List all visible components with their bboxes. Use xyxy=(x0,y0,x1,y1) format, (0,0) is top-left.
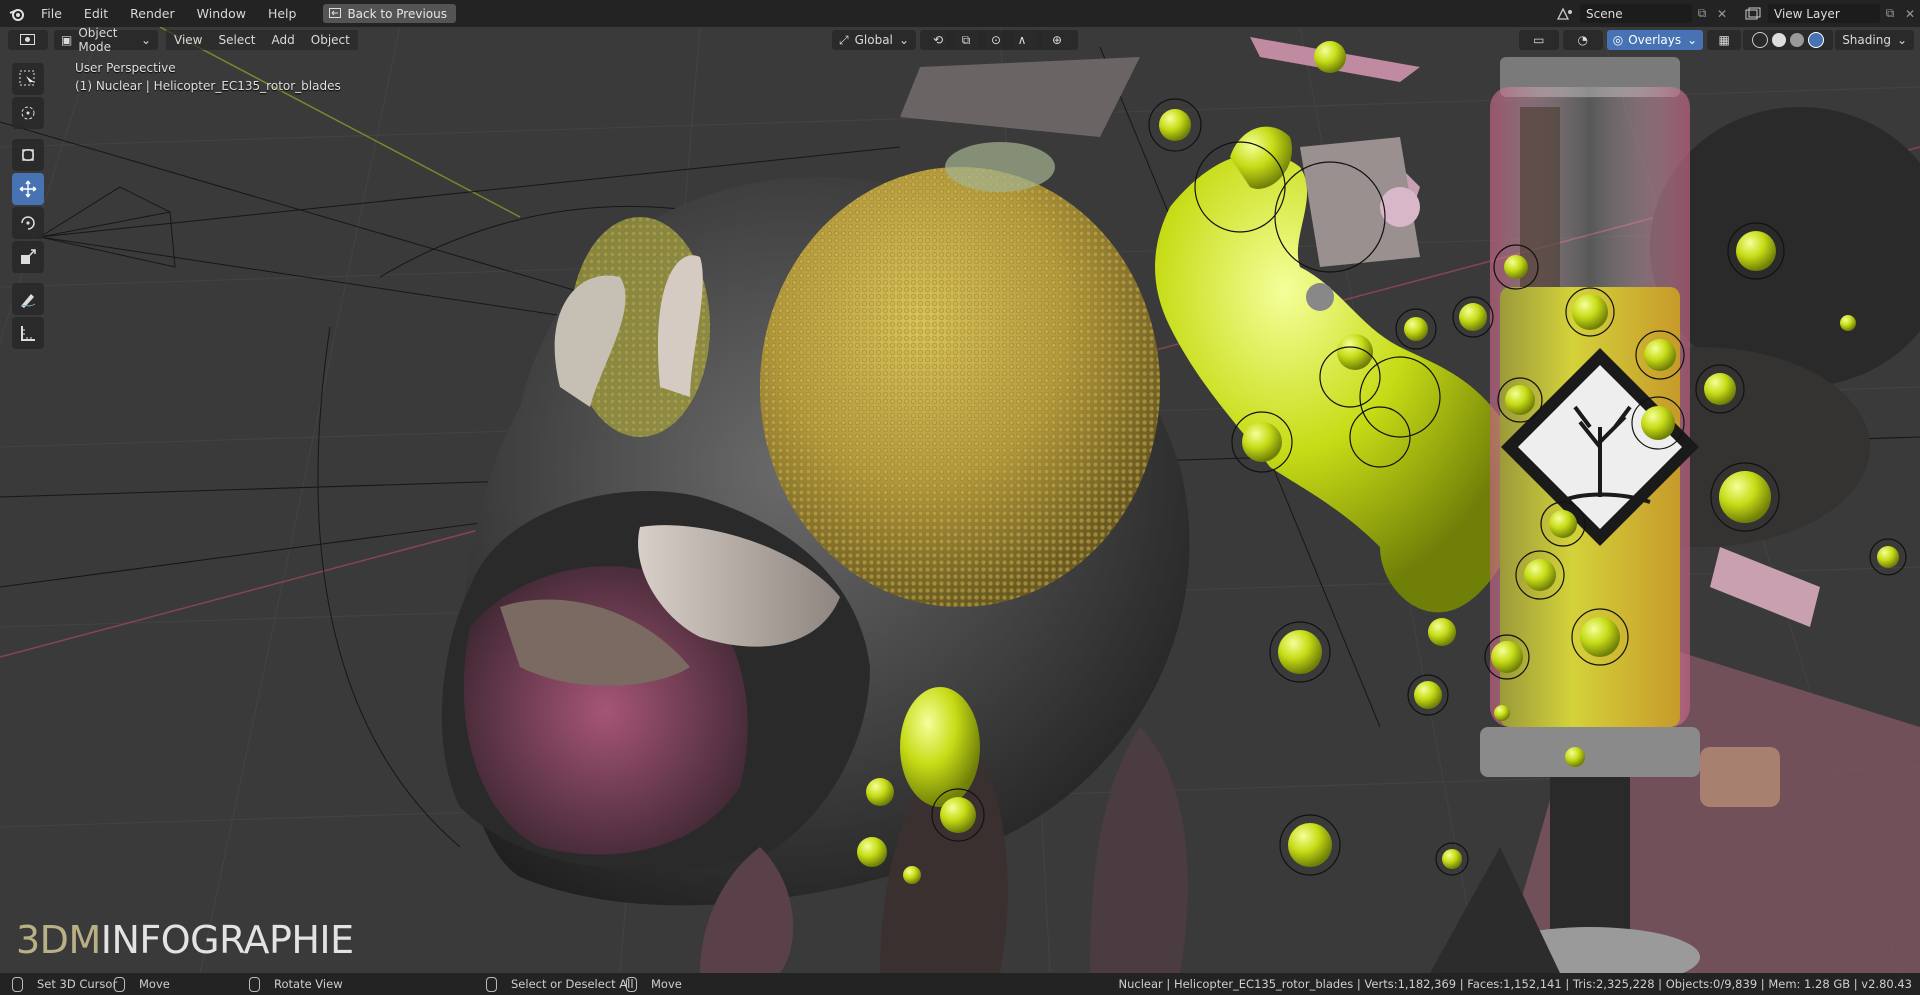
viewport-render xyxy=(0,27,1920,973)
chevron-down-icon: ⌄ xyxy=(1896,33,1907,47)
tool-shelf xyxy=(8,63,48,351)
overlays-icon: ◎ xyxy=(1612,33,1624,47)
menu-help[interactable]: Help xyxy=(257,0,308,27)
menu-view[interactable]: View xyxy=(166,30,211,50)
editor-type-icon[interactable] xyxy=(8,30,48,50)
cursor-tool-icon[interactable] xyxy=(12,97,44,129)
status-bar: Set 3D Cursor Move Rotate View Select or… xyxy=(0,973,1920,995)
rotate-tool-icon[interactable] xyxy=(12,207,44,239)
view-layer-icon[interactable] xyxy=(1742,4,1764,23)
shading-modes xyxy=(1743,30,1834,50)
overlays-label: Overlays xyxy=(1628,33,1682,47)
transform-orientation-dropdown[interactable]: ⤢ Global ⌄ xyxy=(832,30,916,50)
move-tool-icon[interactable] xyxy=(12,173,44,205)
object-mode-icon: ▣ xyxy=(61,33,73,47)
rendered-shading-icon[interactable] xyxy=(1808,32,1825,48)
scene-selector-icon[interactable] xyxy=(1554,4,1576,23)
view-perspective-label: User Perspective xyxy=(75,61,176,75)
view-object-types-icon[interactable]: ▭ xyxy=(1518,30,1559,50)
annotate-tool-icon[interactable] xyxy=(12,283,44,315)
back-to-previous-button[interactable]: Back to Previous xyxy=(323,4,456,23)
menu-object[interactable]: Object xyxy=(302,30,358,50)
object-mode-dropdown[interactable]: ▣ Object Mode ⌄ xyxy=(54,27,158,54)
status-hint-select-all: Select or Deselect All xyxy=(486,976,634,992)
scene-name-field[interactable]: Scene xyxy=(1580,4,1692,23)
status-hint-label: Move xyxy=(139,977,170,991)
view-layer-field[interactable]: View Layer xyxy=(1768,4,1880,23)
active-object-label: (1) Nuclear | Helicopter_EC135_rotor_bla… xyxy=(75,79,341,93)
overlays-button[interactable]: ◎ Overlays ⌄ xyxy=(1606,30,1704,50)
show-gizmo-icon[interactable]: ◔ xyxy=(1562,30,1603,50)
status-hint-label: Select or Deselect All xyxy=(511,977,634,991)
status-hint-label: Rotate View xyxy=(274,977,343,991)
solid-shading-icon[interactable] xyxy=(1772,33,1787,47)
back-to-previous-label: Back to Previous xyxy=(347,6,447,21)
watermark-part1: 3DM xyxy=(16,918,101,962)
new-view-layer-icon[interactable]: ⧉ xyxy=(1880,4,1900,23)
back-icon xyxy=(329,7,342,21)
object-mode-label: Object Mode xyxy=(78,27,118,54)
status-hint-move-2: Move xyxy=(626,976,682,992)
menu-select[interactable]: Select xyxy=(210,30,264,50)
blender-logo-icon[interactable] xyxy=(4,0,30,27)
measure-tool-icon[interactable] xyxy=(12,317,44,349)
menu-render[interactable]: Render xyxy=(119,0,186,27)
mouse-left-icon xyxy=(12,976,23,992)
delete-scene-icon[interactable]: ✕ xyxy=(1712,4,1732,23)
status-hint-move: Move xyxy=(114,976,170,992)
watermark-logo: 3DMINFOGRAPHIE xyxy=(16,918,354,962)
material-shading-icon[interactable] xyxy=(1790,33,1805,47)
menu-file[interactable]: File xyxy=(30,0,73,27)
status-hint-set-cursor: Set 3D Cursor xyxy=(12,976,118,992)
gizmo-icon[interactable]: ⊕ xyxy=(1036,30,1078,50)
new-scene-icon[interactable]: ⧉ xyxy=(1692,4,1712,23)
mouse-right-drag-icon xyxy=(626,976,637,992)
shading-dropdown[interactable]: Shading ⌄ xyxy=(1835,30,1914,50)
scale-tool-icon[interactable] xyxy=(12,241,44,273)
viewport-header: ▣ Object Mode ⌄ View Select Add Object ⤢… xyxy=(0,27,1920,54)
mouse-drag-icon xyxy=(114,976,125,992)
watermark-part2: INFOGRAPHIE xyxy=(100,918,354,962)
chevron-down-icon: ⌄ xyxy=(140,33,151,47)
delete-view-layer-icon[interactable]: ✕ xyxy=(1900,4,1920,23)
shading-label: Shading xyxy=(1842,33,1891,47)
xray-toggle-icon[interactable]: ▦ xyxy=(1707,30,1742,50)
view-layer-name: View Layer xyxy=(1774,6,1840,21)
status-hint-label: Set 3D Cursor xyxy=(37,977,118,991)
3d-viewport[interactable]: ▣ Object Mode ⌄ View Select Add Object ⤢… xyxy=(0,27,1920,973)
select-box-tool-icon[interactable] xyxy=(12,63,44,95)
chevron-down-icon: ⌄ xyxy=(898,33,909,47)
scene-name: Scene xyxy=(1586,6,1623,21)
mouse-middle-icon xyxy=(249,976,260,992)
transform-tool-icon[interactable] xyxy=(12,139,44,171)
wireframe-shading-icon[interactable] xyxy=(1752,32,1769,48)
menu-window[interactable]: Window xyxy=(186,0,257,27)
mouse-right-icon xyxy=(486,976,497,992)
status-hint-rotate-view: Rotate View xyxy=(249,976,343,992)
status-hint-label: Move xyxy=(651,977,682,991)
orientation-icon: ⤢ xyxy=(839,32,849,47)
scene-statistics: Nuclear | Helicopter_EC135_rotor_blades … xyxy=(1118,977,1912,991)
top-menu-bar: File Edit Render Window Help Back to Pre… xyxy=(0,0,1920,27)
menu-add[interactable]: Add xyxy=(263,30,303,50)
menu-edit[interactable]: Edit xyxy=(73,0,119,27)
orientation-label: Global xyxy=(854,33,893,47)
chevron-down-icon: ⌄ xyxy=(1687,33,1698,47)
